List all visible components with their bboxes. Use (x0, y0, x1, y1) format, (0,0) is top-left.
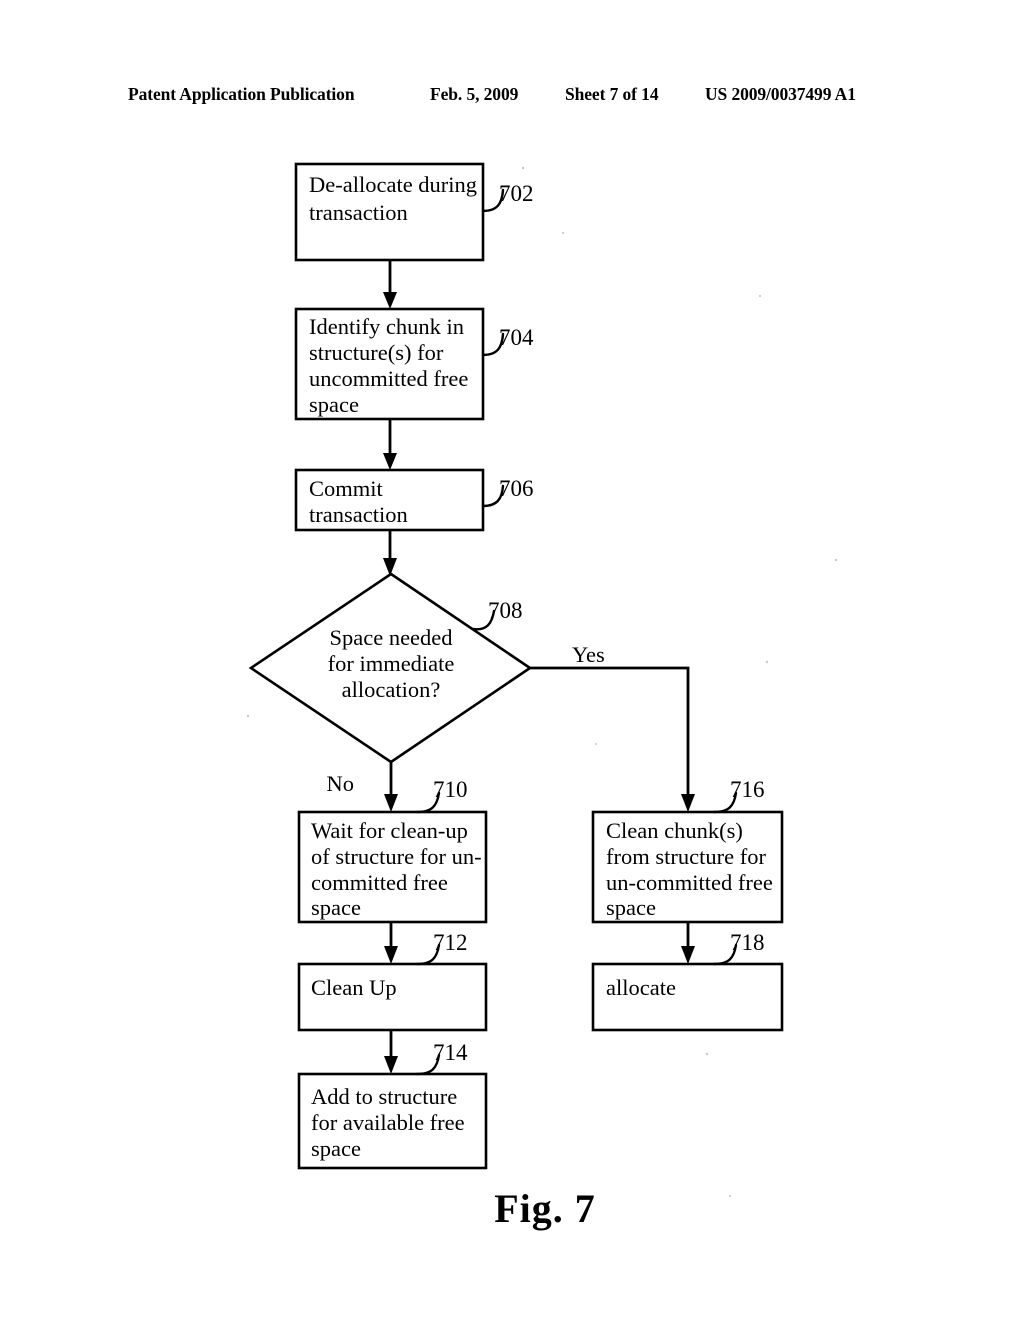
node-706-ref: 706 (499, 476, 534, 501)
node-712-line-1: Clean Up (311, 975, 397, 1000)
node-714-line-2: for available free (311, 1110, 465, 1135)
node-702-line-2: transaction (309, 200, 408, 225)
connector-712-714 (384, 1030, 398, 1074)
node-706: Commit transaction 706 (294, 468, 534, 532)
connector-716-718 (681, 922, 695, 964)
node-702: De-allocate during transaction 702 (294, 162, 534, 262)
node-708-line-2: for immediate (328, 651, 455, 676)
branch-label-no: No (327, 771, 355, 796)
node-714-ref: 714 (433, 1040, 468, 1065)
node-704-line-1: Identify chunk in (309, 314, 464, 339)
node-714-line-3: space (311, 1136, 361, 1161)
connector-704-706 (383, 419, 397, 470)
node-702-line-1: De-allocate during (309, 172, 477, 197)
node-708-ref: 708 (488, 598, 523, 623)
node-708-line-1: Space needed (329, 625, 452, 650)
node-710-line-2: of structure for un- (311, 844, 482, 869)
node-716-line-2: from structure for (606, 844, 766, 869)
branch-label-yes: Yes (572, 642, 605, 667)
node-708-line-3: allocation? (342, 677, 441, 702)
node-710-line-4: space (311, 895, 361, 920)
figure-caption: Fig. 7 (494, 1186, 596, 1231)
node-712: Clean Up 712 (297, 930, 488, 1032)
connector-706-708 (383, 530, 397, 576)
node-704-line-3: uncommitted free (309, 366, 468, 391)
connector-708-710-no: No (327, 762, 398, 812)
node-706-line-1: Commit (309, 476, 384, 501)
node-710-line-1: Wait for clean-up (311, 818, 468, 843)
node-716-line-4: space (606, 895, 656, 920)
connector-710-712 (384, 922, 398, 964)
node-716-line-1: Clean chunk(s) (606, 818, 743, 843)
node-712-ref: 712 (433, 930, 468, 955)
node-704-line-2: structure(s) for (309, 340, 444, 365)
node-704: Identify chunk in structure(s) for uncom… (294, 307, 534, 421)
node-704-line-4: space (309, 392, 359, 417)
node-708: Space needed for immediate allocation? 7… (248, 572, 533, 764)
node-716-line-3: un-committed free (606, 870, 773, 895)
connector-708-716-yes: Yes (530, 642, 695, 812)
node-704-ref: 704 (499, 325, 534, 350)
node-718-line-1: allocate (606, 975, 676, 1000)
connector-702-704 (383, 260, 397, 309)
node-702-ref: 702 (499, 181, 534, 206)
node-716-ref: 716 (730, 777, 765, 802)
node-710-line-3: committed free (311, 870, 448, 895)
node-718-ref: 718 (730, 930, 765, 955)
figure-7-flowchart: De-allocate during transaction 702 Ident… (246, 162, 838, 1231)
node-714-line-1: Add to structure (311, 1084, 457, 1109)
node-706-line-2: transaction (309, 502, 408, 527)
node-710-ref: 710 (433, 777, 468, 802)
